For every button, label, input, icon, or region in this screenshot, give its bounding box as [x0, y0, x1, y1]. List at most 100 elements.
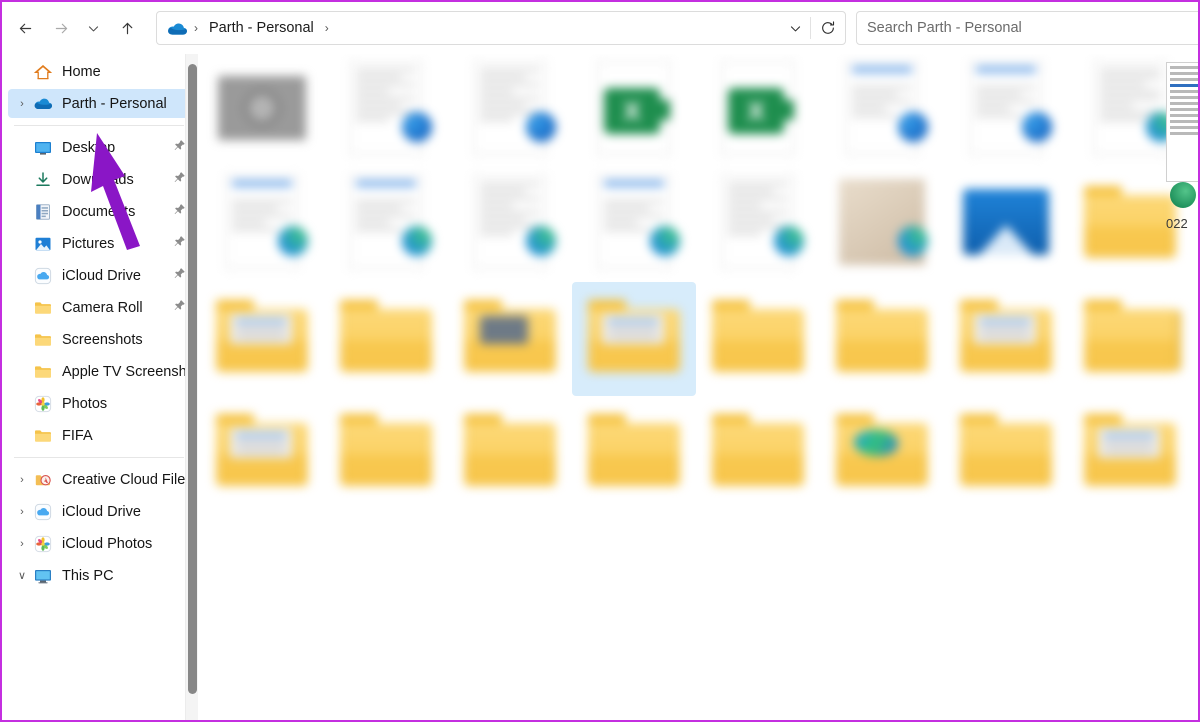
chevron-right-icon[interactable]: › [12, 474, 32, 486]
this-pc-icon [35, 569, 51, 583]
file-tile[interactable] [448, 282, 572, 396]
sidebar-item-apple-tv-screenshots[interactable]: Apple TV Screenshots [8, 357, 194, 386]
creative-cloud-icon [32, 469, 54, 491]
navigation-pane[interactable]: Home › Parth - Personal Desktop Downloads Doc… [4, 54, 200, 720]
sidebar-scrollbar-track[interactable] [185, 54, 198, 720]
folder-icon [340, 414, 432, 486]
breadcrumb-item-parth-personal[interactable]: Parth - Personal [204, 18, 319, 38]
chevron-right-icon[interactable]: › [12, 98, 32, 110]
file-tile[interactable] [1068, 282, 1192, 396]
sidebar-item-documents[interactable]: Documents [8, 197, 194, 226]
search-input[interactable] [857, 12, 1198, 44]
file-tile[interactable] [200, 282, 324, 396]
sidebar-item-fifa[interactable]: FIFA [8, 421, 194, 450]
file-tile[interactable] [324, 168, 448, 282]
file-tile[interactable] [324, 396, 448, 510]
folder-icon [960, 414, 1052, 486]
sidebar-item-icloud-drive[interactable]: › iCloud Drive [8, 497, 194, 526]
folder-icon [836, 414, 928, 486]
file-tile[interactable] [448, 396, 572, 510]
breadcrumb-separator-2[interactable]: › [321, 21, 333, 35]
file-tile[interactable] [820, 54, 944, 168]
search-box[interactable] [856, 11, 1198, 45]
sidebar-item-label: Photos [62, 395, 108, 412]
sidebar-item-pictures[interactable]: Pictures [8, 229, 194, 258]
file-tile[interactable] [696, 168, 820, 282]
file-tile[interactable] [572, 168, 696, 282]
file-tile[interactable] [324, 54, 448, 168]
sidebar-item-screenshots[interactable]: Screenshots [8, 325, 194, 354]
breadcrumb-separator-1: › [194, 21, 198, 35]
file-tile[interactable] [324, 282, 448, 396]
icloud-drive-icon [32, 501, 54, 523]
sidebar-item-photos[interactable]: Photos [8, 389, 194, 418]
file-tile[interactable] [944, 282, 1068, 396]
file-grid: XX [200, 54, 1198, 510]
sidebar-item-label: Creative Cloud Files [62, 471, 193, 488]
sidebar-item-desktop[interactable]: Desktop [8, 133, 194, 162]
sidebar-item-creative-cloud-files[interactable]: › Creative Cloud Files [8, 465, 194, 494]
forward-button[interactable] [44, 11, 78, 45]
folder-doc-overlay [602, 314, 664, 344]
chevron-down-icon[interactable]: ∨ [12, 569, 32, 582]
file-tile[interactable] [1068, 396, 1192, 510]
sidebar-item-home[interactable]: Home [8, 57, 194, 86]
sidebar-item-parth-personal[interactable]: › Parth - Personal [8, 89, 194, 118]
picture-thumbnail [963, 189, 1049, 255]
chevron-right-icon[interactable]: › [12, 506, 32, 518]
file-thumbnail [338, 402, 434, 498]
sidebar-item-icloud-photos[interactable]: › iCloud Photos [8, 529, 194, 558]
up-button[interactable] [110, 11, 144, 45]
folder-icon [32, 329, 54, 351]
back-button[interactable] [8, 11, 42, 45]
file-list-view[interactable]: XX 022 [200, 54, 1198, 720]
file-thumbnail [586, 402, 682, 498]
chevron-right-icon[interactable]: › [12, 538, 32, 550]
file-tile-selected[interactable] [572, 282, 696, 396]
folder-icon [35, 365, 51, 378]
cloud-sync-badge [1022, 112, 1052, 142]
refresh-button[interactable] [811, 12, 845, 44]
folder-icon [1084, 300, 1176, 372]
sidebar-item-icloud-drive[interactable]: iCloud Drive [8, 261, 194, 290]
address-dropdown-button[interactable] [780, 12, 810, 44]
cloud-sync-badge [526, 112, 556, 142]
file-tile[interactable] [944, 396, 1068, 510]
file-tile[interactable] [200, 168, 324, 282]
recent-locations-button[interactable] [80, 11, 106, 45]
file-tile[interactable] [448, 54, 572, 168]
file-thumbnail [1082, 60, 1178, 156]
file-tile[interactable] [572, 396, 696, 510]
file-tile[interactable] [820, 396, 944, 510]
folder-icon [1084, 414, 1176, 486]
sidebar-item-label: iCloud Drive [62, 503, 141, 520]
file-tile[interactable]: X [572, 54, 696, 168]
file-tile[interactable] [200, 396, 324, 510]
folder-doc-overlay [974, 314, 1036, 344]
file-tile[interactable] [944, 54, 1068, 168]
desktop-icon [35, 141, 51, 155]
sidebar-item-camera-roll[interactable]: Camera Roll [8, 293, 194, 322]
file-tile[interactable] [200, 54, 324, 168]
sidebar-scrollbar-thumb[interactable] [188, 64, 197, 694]
sidebar-item-label: This PC [62, 567, 114, 584]
onedrive-cloud-icon [32, 93, 54, 115]
file-tile[interactable] [820, 168, 944, 282]
breadcrumb: › Parth - Personal › [157, 17, 780, 39]
file-tile[interactable] [820, 282, 944, 396]
file-thumbnail [462, 402, 558, 498]
file-thumbnail [338, 288, 434, 384]
photos-icon [32, 393, 54, 415]
image-thumbnail [218, 76, 306, 140]
sidebar-item-this-pc[interactable]: ∨ This PC [8, 561, 194, 590]
file-tile[interactable] [696, 396, 820, 510]
sidebar-item-label: Parth - Personal [62, 95, 167, 112]
sidebar-item-downloads[interactable]: Downloads [8, 165, 194, 194]
file-tile[interactable] [448, 168, 572, 282]
file-thumbnail [462, 174, 558, 270]
file-tile[interactable] [944, 168, 1068, 282]
file-tile[interactable] [696, 282, 820, 396]
address-bar[interactable]: › Parth - Personal › [156, 11, 846, 45]
file-tile[interactable]: X [696, 54, 820, 168]
file-thumbnail [214, 60, 310, 156]
